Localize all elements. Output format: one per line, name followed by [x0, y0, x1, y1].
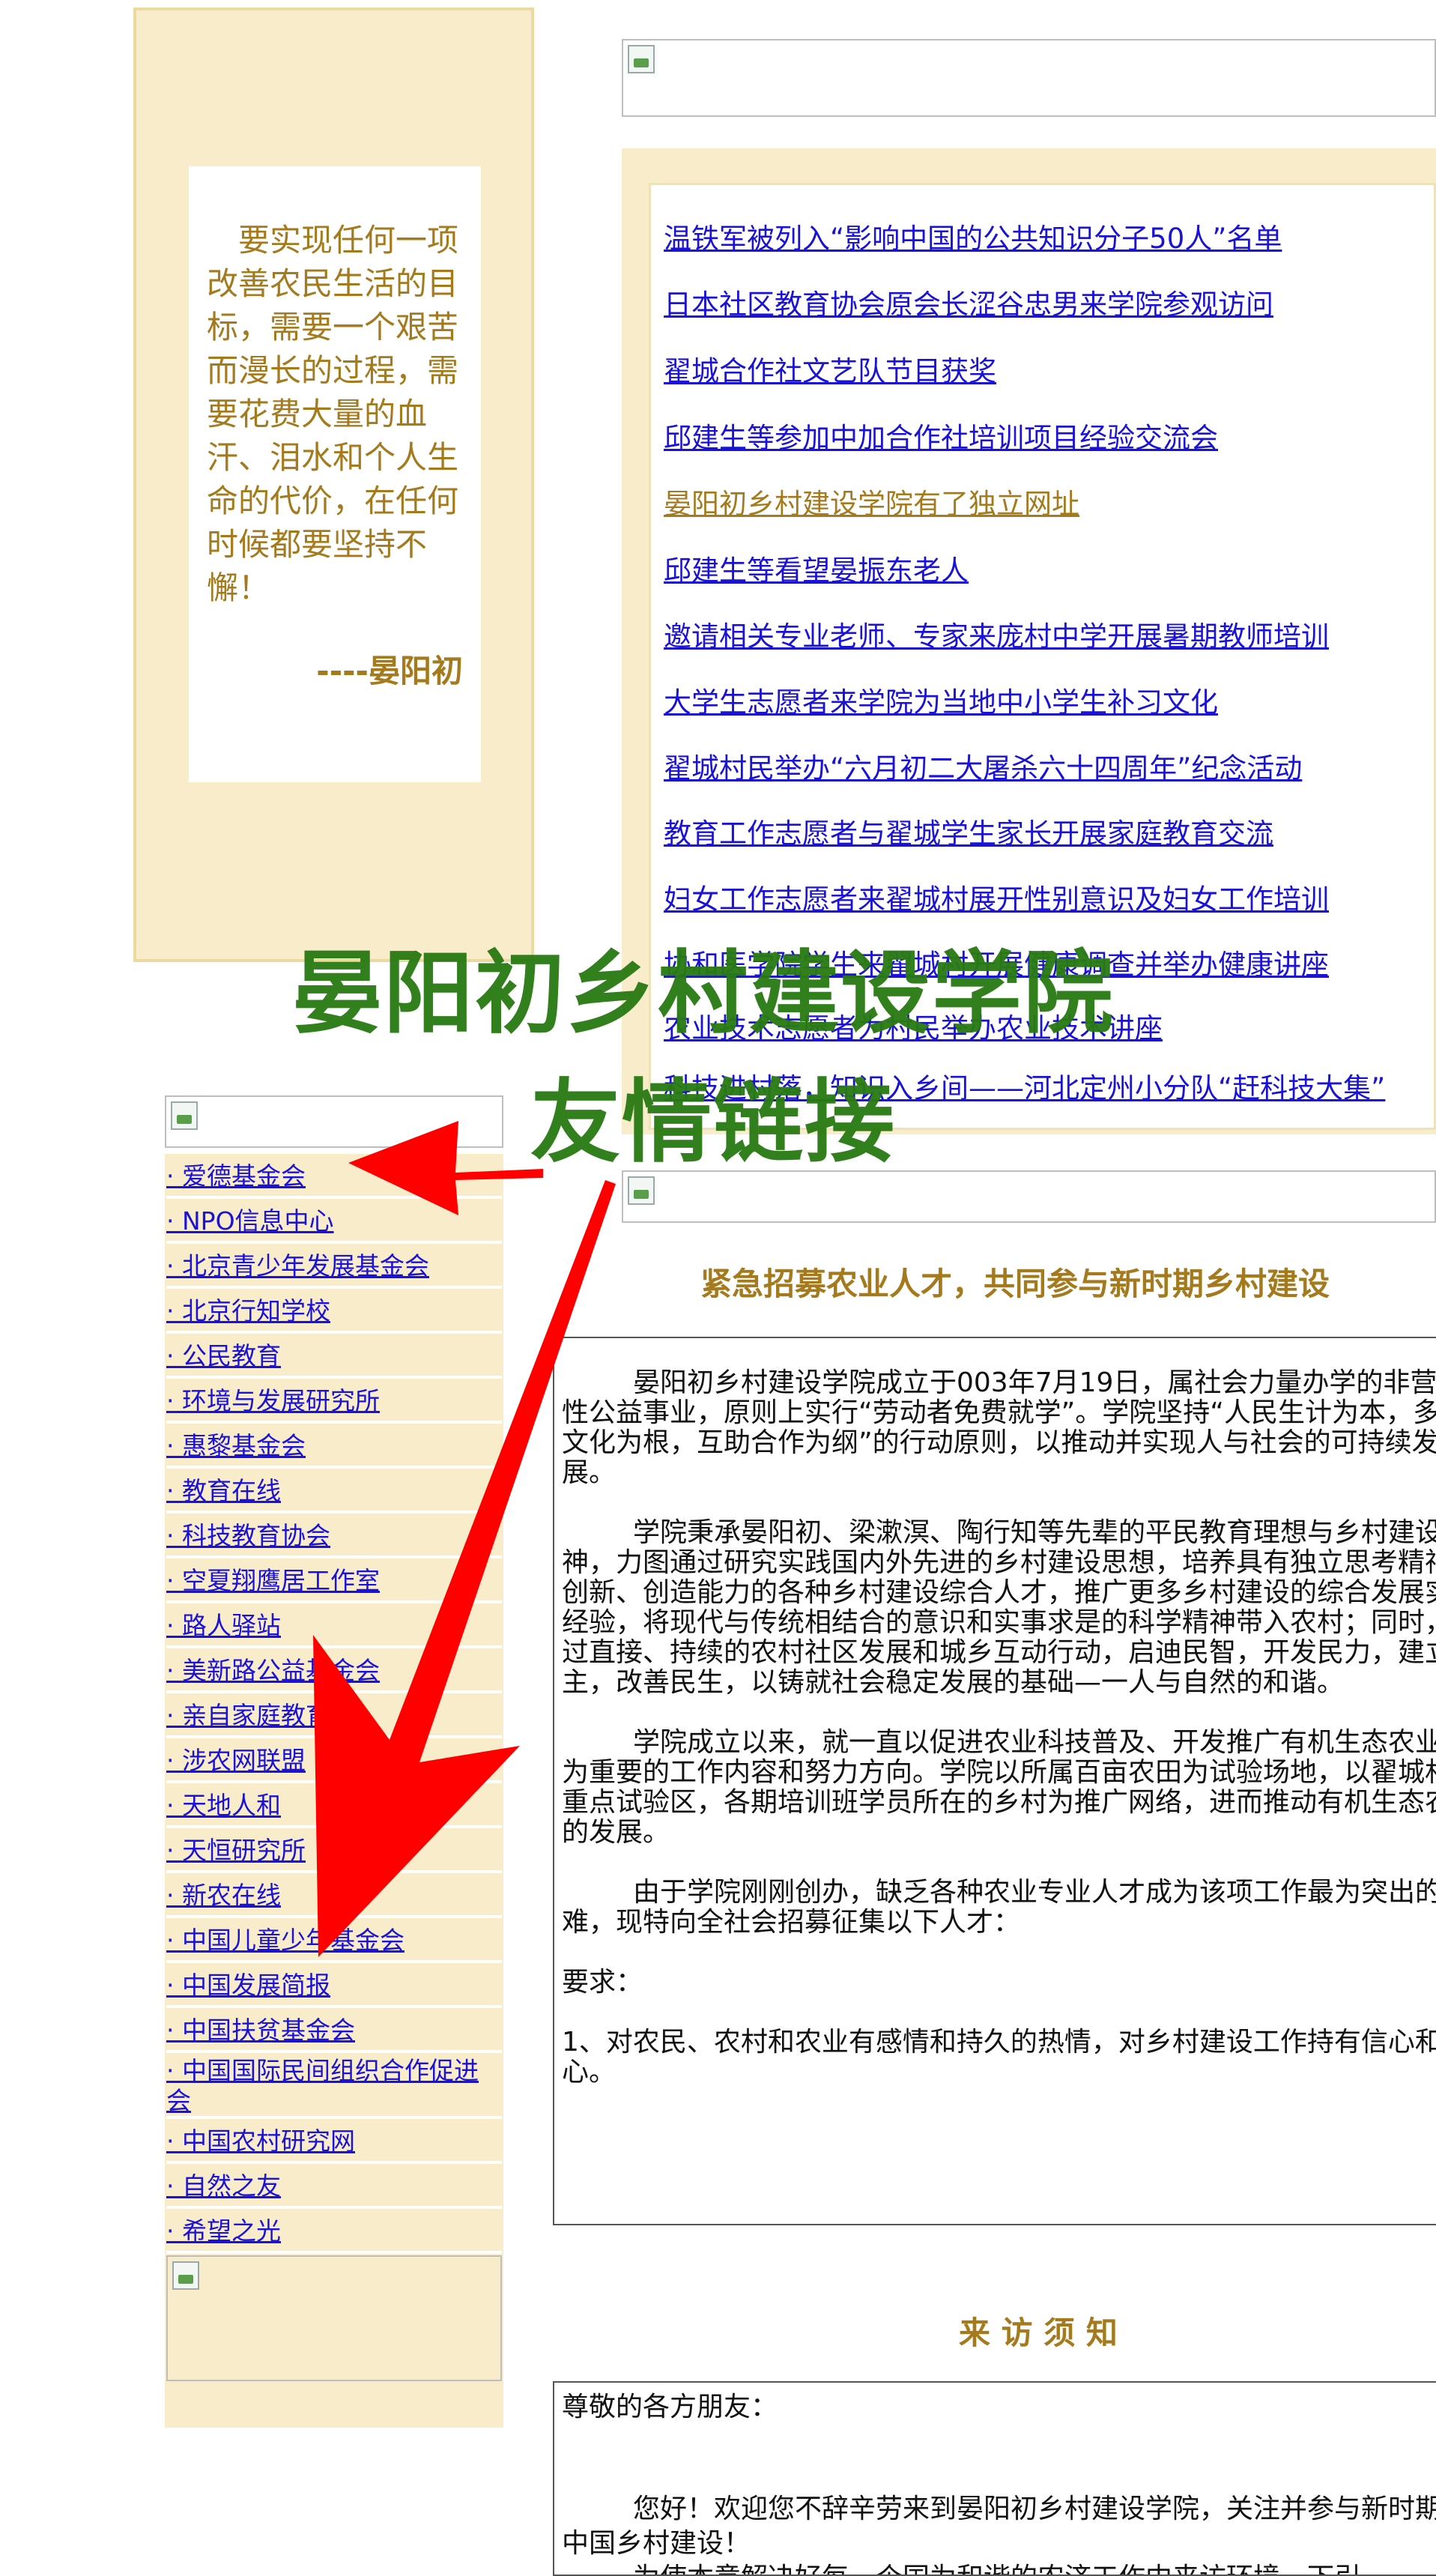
annotation-arrows [313, 1121, 616, 1957]
arrow-down-icon [313, 1180, 616, 1957]
overlay-subtitle: 友情链接 [530, 1071, 896, 1175]
arrow-left-icon [348, 1121, 543, 1215]
overlay-title: 晏阳初乡村建设学院 [292, 942, 1115, 1046]
